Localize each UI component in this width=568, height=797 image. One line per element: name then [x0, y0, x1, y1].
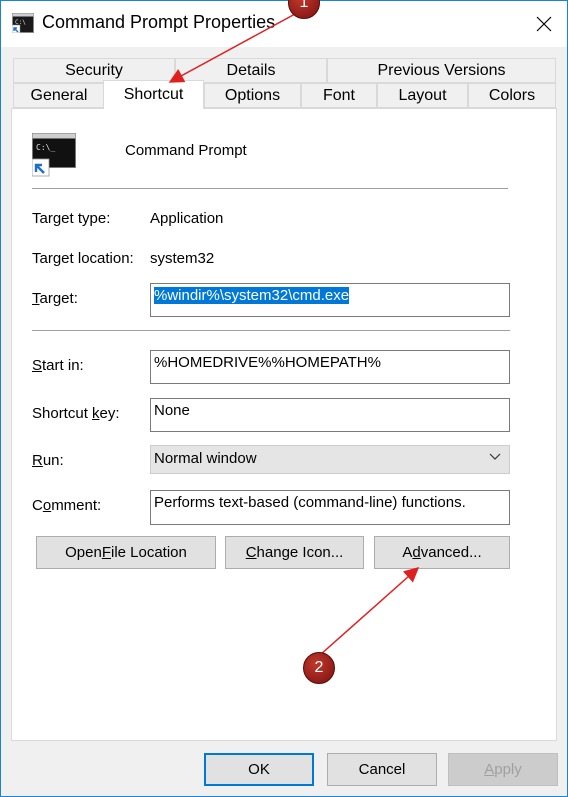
annotation-marker-2: 2 [303, 652, 335, 684]
arrow-1 [168, 13, 296, 83]
arrow-2 [319, 567, 420, 656]
annotation-arrows [168, 13, 420, 656]
